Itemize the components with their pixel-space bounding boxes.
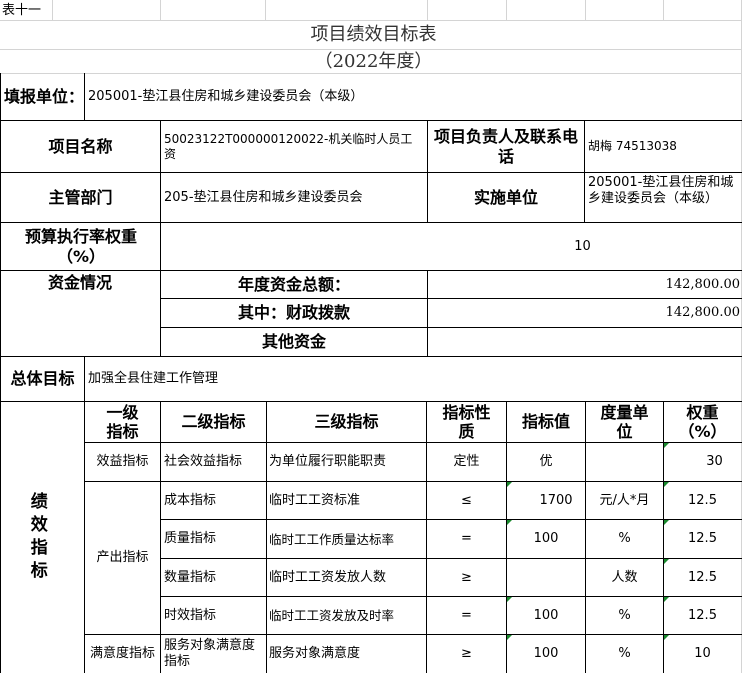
table-row-1-l3: 临时工工资标准 — [269, 492, 361, 508]
table-row-3-weight: 12.5 — [688, 569, 717, 585]
page-subtitle: （2022年度） — [314, 50, 433, 72]
perf-label: 绩效指标 — [26, 491, 47, 584]
header-level1: 一级指标 — [106, 402, 139, 441]
table-row-3-nature: ≥ — [461, 569, 472, 585]
header-weight: 权重（%） — [678, 402, 727, 441]
header-level3: 三级指标 — [314, 412, 379, 432]
table-row-2-unit: % — [618, 531, 631, 547]
table-row-4-value: 100 — [533, 607, 559, 623]
unit-label: 填报单位： — [4, 87, 85, 107]
budget-label: 预算执行率权重（%） — [24, 227, 137, 266]
funds-fiscal-value: 142,800.00 — [665, 305, 740, 321]
funds-total-value: 142,800.00 — [665, 276, 740, 292]
cell-marker — [507, 520, 512, 525]
impl-label: 实施单位 — [473, 187, 538, 207]
project-leader-value: 胡梅 74513038 — [588, 139, 677, 154]
page-title: 项目绩效目标表 — [310, 23, 437, 45]
sheet-label: 表十一 — [2, 2, 42, 18]
level1-benefit: 效益指标 — [96, 454, 149, 470]
table-row-3-l3: 临时工工资发放人数 — [269, 569, 387, 585]
cell-marker — [664, 597, 669, 602]
table-row-2-l3: 临时工工作质量达标率 — [269, 531, 395, 547]
funds-other-label: 其他资金 — [261, 332, 326, 352]
table-row-1-weight: 12.5 — [688, 492, 717, 508]
project-leader-label: 项目负责人及联系电话 — [433, 127, 578, 166]
table-row-5-value: 100 — [533, 646, 559, 662]
table-row-2-l2: 质量指标 — [164, 531, 217, 547]
table-row-0-l3: 为单位履行职能职责 — [269, 454, 387, 470]
header-level2: 二级指标 — [181, 412, 246, 432]
level1-output: 产出指标 — [96, 550, 149, 566]
table-row-4-l3: 临时工工资发放及时率 — [269, 608, 395, 623]
cell-marker — [507, 635, 512, 640]
table-row-5-l3: 服务对象满意度 — [269, 646, 361, 662]
level1-satisfaction: 满意度指标 — [89, 646, 155, 662]
cell-marker — [664, 635, 669, 640]
cell-marker — [664, 559, 669, 564]
table-row-5-nature: ≥ — [461, 646, 472, 662]
dept-value: 205-垫江县住房和城乡建设委员会 — [164, 189, 363, 205]
budget-value: 10 — [574, 238, 591, 254]
funds-total-label: 年度资金总额： — [237, 274, 350, 294]
dept-label: 主管部门 — [48, 187, 113, 207]
table-row-5-unit: % — [618, 646, 631, 662]
table-row-3-l2: 数量指标 — [164, 569, 217, 585]
table-row-4-weight: 12.5 — [688, 607, 717, 623]
cell-marker — [664, 443, 669, 448]
cell-marker — [664, 482, 669, 487]
header-nature: 指标性质 — [442, 402, 491, 441]
table-row-4-l2: 时效指标 — [164, 607, 217, 623]
table-row-0-l2: 社会效益指标 — [164, 454, 243, 470]
unit-value: 205001-垫江县住房和城乡建设委员会（本级） — [88, 89, 364, 105]
impl-value: 205001-垫江县住房和城乡建设委员会（本级） — [588, 175, 734, 207]
funds-fiscal-label: 其中：财政拨款 — [237, 303, 350, 323]
project-name-value: 50023122T000000120022-机关临时人员工资 — [164, 132, 413, 161]
cell-marker — [507, 482, 512, 487]
table-row-0-value: 优 — [539, 454, 553, 470]
table-row-2-value: 100 — [533, 531, 559, 547]
project-name-label: 项目名称 — [48, 136, 113, 156]
table-row-0-weight: 30 — [706, 454, 723, 470]
funds-other-value — [428, 328, 740, 356]
table-row-1-unit: 元/人*月 — [599, 492, 650, 508]
funds-label: 资金情况 — [47, 273, 112, 292]
table-row-2-nature: = — [461, 531, 472, 547]
table-row-0-nature: 定性 — [453, 454, 480, 470]
table-row-5-weight: 10 — [694, 646, 711, 662]
table-row-1-l2: 成本指标 — [164, 492, 217, 508]
table-row-1-value: 1700 — [539, 492, 573, 508]
table-row-2-weight: 12.5 — [688, 531, 717, 547]
table-row-3-unit: 人数 — [611, 569, 638, 585]
table-row-0-unit — [586, 443, 663, 481]
cell-marker — [664, 520, 669, 525]
goal-label: 总体目标 — [10, 369, 75, 389]
table-row-4-unit: % — [618, 607, 631, 623]
cell-marker — [507, 597, 512, 602]
header-value: 指标值 — [521, 412, 570, 432]
table-row-1-nature: ≤ — [461, 492, 472, 508]
table-row-5-l2: 服务对象满意度指标 — [164, 638, 256, 669]
table-row-4-nature: = — [461, 607, 472, 623]
header-unit: 度量单位 — [600, 402, 649, 441]
goal-value: 加强全县住建工作管理 — [88, 371, 219, 387]
table-row-3-value — [507, 559, 585, 596]
